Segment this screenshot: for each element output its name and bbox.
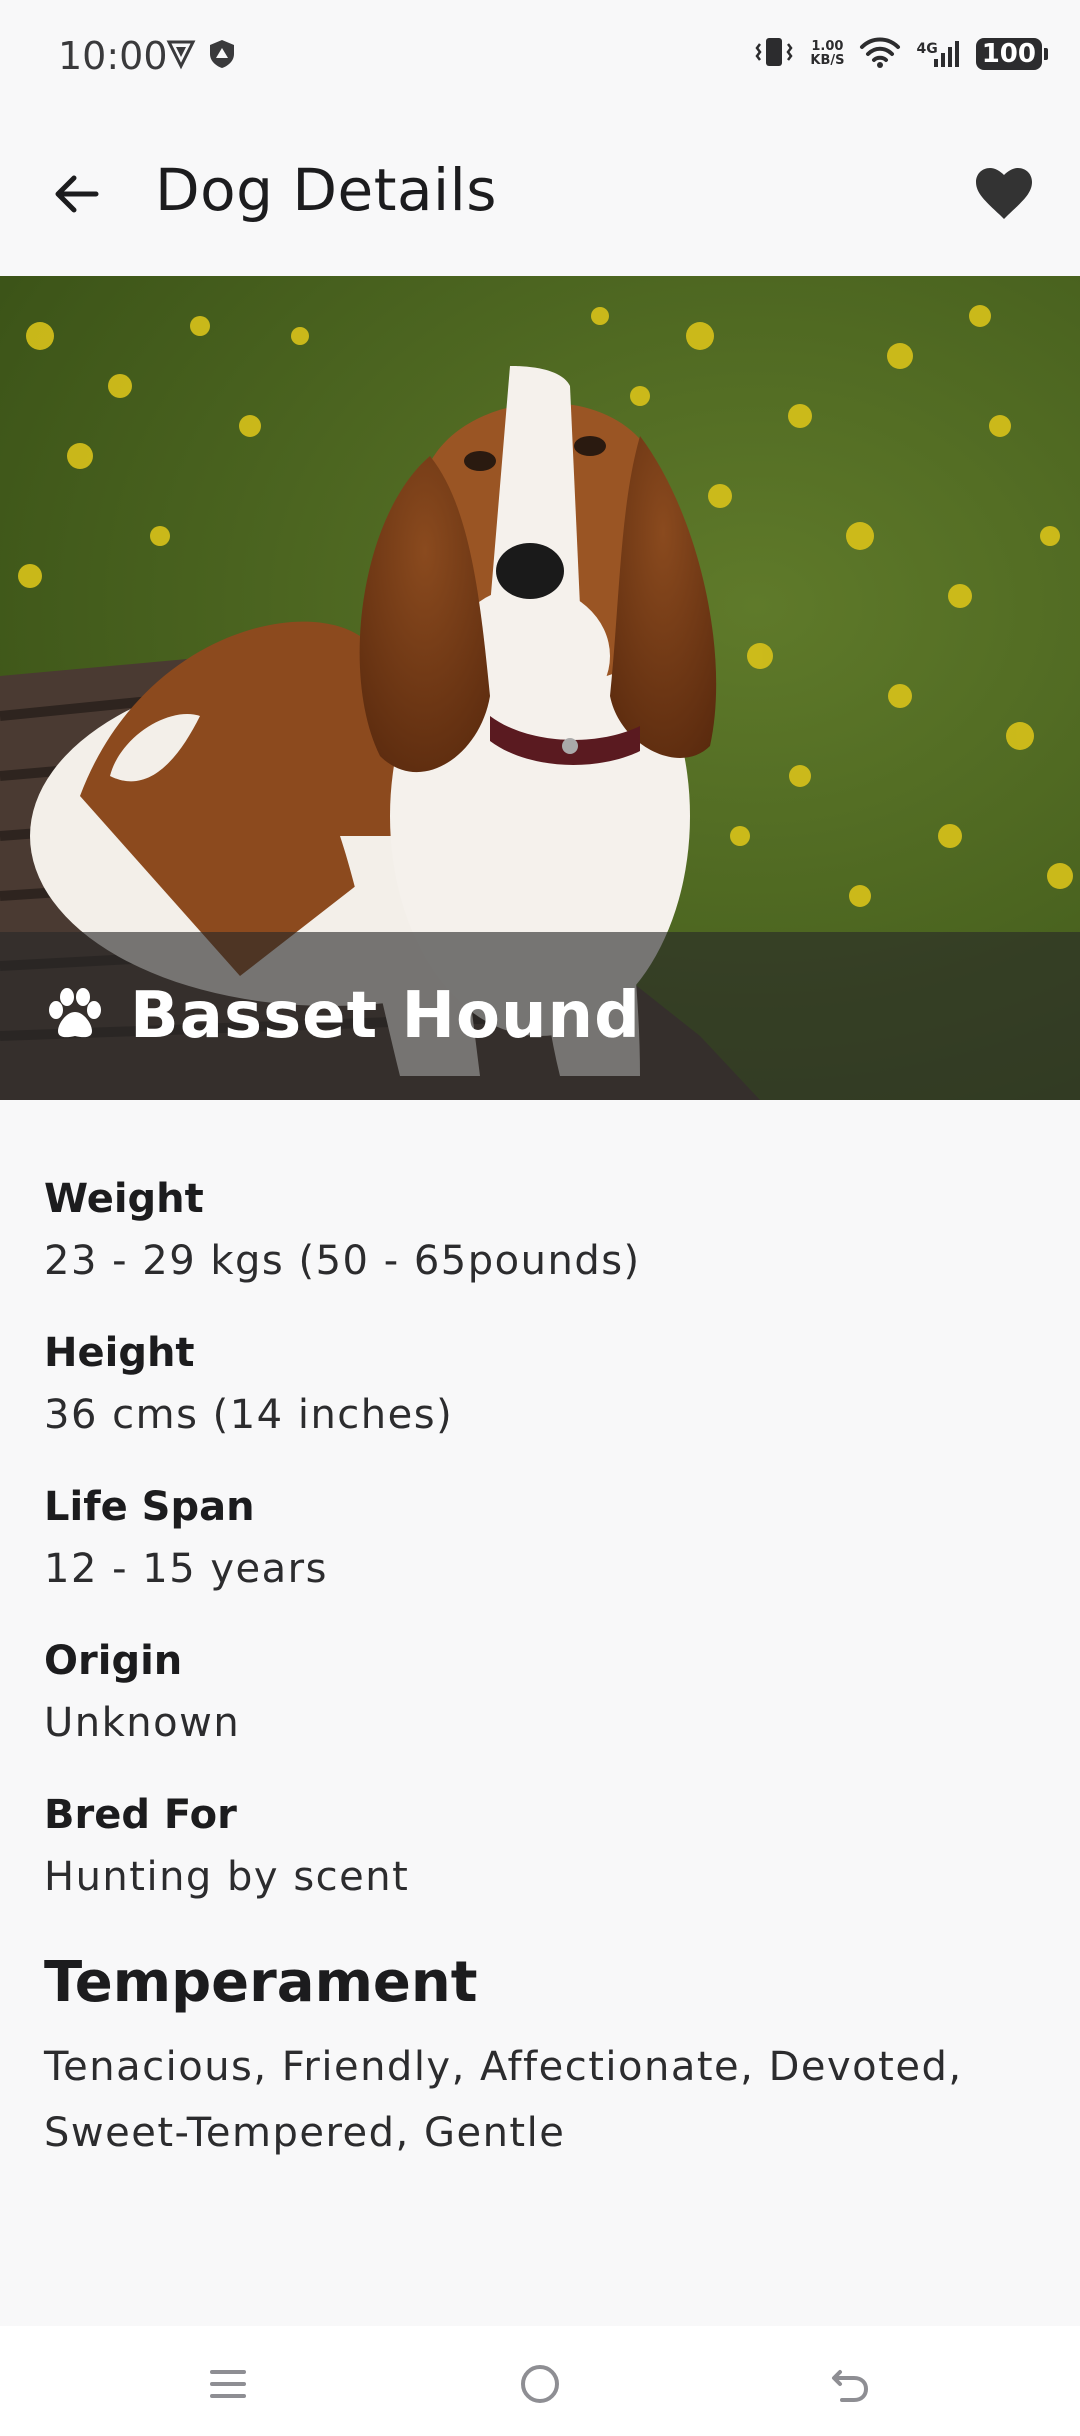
status-right-icons: 1.00 KB/S 4G 100 <box>752 34 1049 74</box>
detail-label: Bred For <box>44 1792 237 1838</box>
dog-hero-image: Basset Hound <box>0 276 1080 1100</box>
vibrate-icon <box>752 34 796 74</box>
home-circle-icon <box>521 2365 559 2403</box>
wifi-icon <box>858 34 902 74</box>
vpn-shield-icon <box>166 38 196 74</box>
dog-details-section: Weight 23 - 29 kgs (50 - 65pounds) Heigh… <box>44 1168 1044 2166</box>
system-back-button[interactable] <box>810 2354 890 2414</box>
detail-life-span: Life Span 12 - 15 years <box>44 1476 1044 1600</box>
detail-label: Life Span <box>44 1484 255 1530</box>
menu-icon <box>210 2370 246 2398</box>
net-speed-value: 1.00 <box>811 39 844 54</box>
page-title: Dog Details <box>155 156 497 224</box>
recent-apps-button[interactable] <box>188 2354 268 2414</box>
detail-value: 36 cms (14 inches) <box>44 1392 454 1438</box>
favorite-button[interactable] <box>964 154 1044 234</box>
battery-indicator: 100 <box>975 38 1049 70</box>
detail-label: Weight <box>44 1176 204 1222</box>
detail-height: Height 36 cms (14 inches) <box>44 1322 1044 1446</box>
detail-value: Hunting by scent <box>44 1854 410 1900</box>
system-nav-bar <box>0 2326 1080 2436</box>
network-type: 4G <box>916 41 938 57</box>
breed-name-banner: Basset Hound <box>0 932 1080 1100</box>
detail-weight: Weight 23 - 29 kgs (50 - 65pounds) <box>44 1168 1044 1292</box>
arrow-left-icon <box>55 175 99 213</box>
detail-value: 12 - 15 years <box>44 1546 328 1592</box>
detail-label: Height <box>44 1330 195 1376</box>
temperament-text: Tenacious, Friendly, Affectionate, Devot… <box>44 2044 963 2156</box>
heart-icon <box>976 168 1032 219</box>
temperament-title: Temperament <box>44 1950 478 2015</box>
net-speed-unit: KB/S <box>810 53 845 68</box>
app-bar: Dog Details <box>0 112 1080 276</box>
detail-label: Origin <box>44 1638 183 1684</box>
home-button[interactable] <box>500 2354 580 2414</box>
detail-value: Unknown <box>44 1700 241 1746</box>
detail-origin: Origin Unknown <box>44 1630 1044 1754</box>
back-gesture-icon <box>832 2370 869 2402</box>
security-shield-icon <box>208 38 236 74</box>
net-speed: 1.00 KB/S <box>810 40 844 68</box>
detail-bred-for: Bred For Hunting by scent <box>44 1784 1044 1908</box>
status-time: 10:00 <box>58 34 168 78</box>
detail-value: 23 - 29 kgs (50 - 65pounds) <box>44 1238 641 1284</box>
status-bar: 10:00 1.00 KB/S 4G 100 <box>0 0 1080 112</box>
status-left-icons <box>166 38 236 74</box>
paw-icon <box>46 986 104 1046</box>
cell-signal: 4G <box>916 39 961 69</box>
back-button[interactable] <box>40 158 112 230</box>
breed-name: Basset Hound <box>130 979 641 1053</box>
